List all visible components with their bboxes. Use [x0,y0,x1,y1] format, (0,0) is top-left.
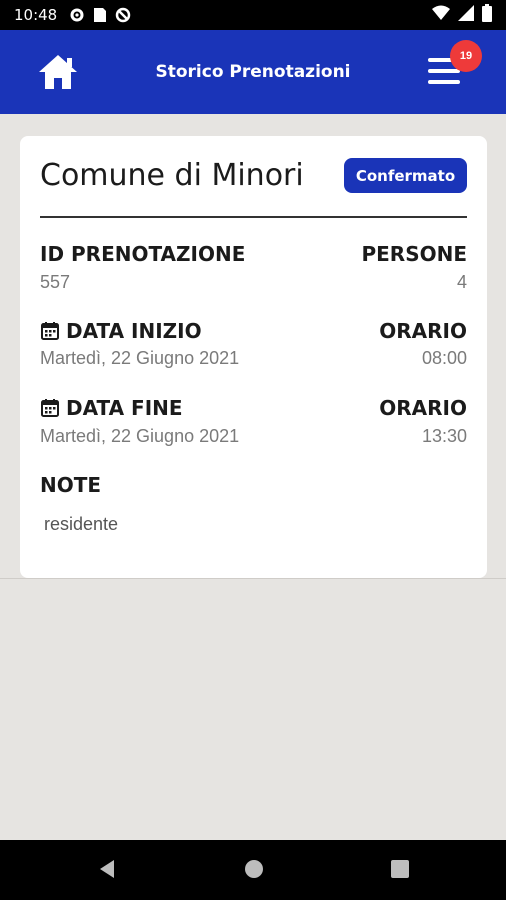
status-time: 10:48 [14,6,58,24]
booking-id-value: 557 [40,272,71,292]
end-date-value: Martedì, 22 Giugno 2021 [40,426,240,446]
data-saver-icon [115,7,131,23]
home-icon [39,55,77,89]
booking-id-label: ID PRENOTAZIONE [40,242,246,266]
note-value: residente [44,514,119,534]
people-label: PERSONE [361,242,467,266]
app-header: Storico Prenotazioni [0,30,506,114]
note-label: NOTE [40,473,102,497]
calendar-icon [41,322,59,340]
venue-name: Comune di Minori [40,158,304,193]
end-time-label: ORARIO [379,396,467,420]
signal-icon [458,4,474,26]
start-time-value: 08:00 [421,348,467,368]
status-badge: Confermato [344,158,467,193]
start-time-label: ORARIO [379,319,467,343]
people-value: 4 [456,272,467,292]
content-divider [0,578,506,579]
divider [40,216,467,218]
nav-recents-button[interactable] [389,858,411,885]
end-date-label: DATA FINE [40,396,183,420]
notification-badge: 19 [450,40,482,72]
system-nav-bar [0,840,506,900]
calendar-icon [41,399,59,417]
nav-recents-icon [391,860,409,878]
start-date-value: Martedì, 22 Giugno 2021 [40,348,240,368]
booking-card: Comune di Minori Confermato ID PRENOTAZI… [20,136,487,578]
nav-home-icon [245,860,263,878]
settings-icon [69,7,85,23]
status-bar: 10:48 [0,0,506,30]
sim-icon [93,7,107,23]
wifi-icon [432,5,450,26]
page-title: Storico Prenotazioni [155,62,351,82]
battery-icon [482,3,492,27]
nav-back-icon [100,860,114,878]
nav-back-button[interactable] [96,858,118,885]
start-date-label: DATA INIZIO [40,319,202,343]
home-button[interactable] [36,52,80,92]
end-time-value: 13:30 [421,426,467,446]
nav-home-button[interactable] [243,858,265,885]
